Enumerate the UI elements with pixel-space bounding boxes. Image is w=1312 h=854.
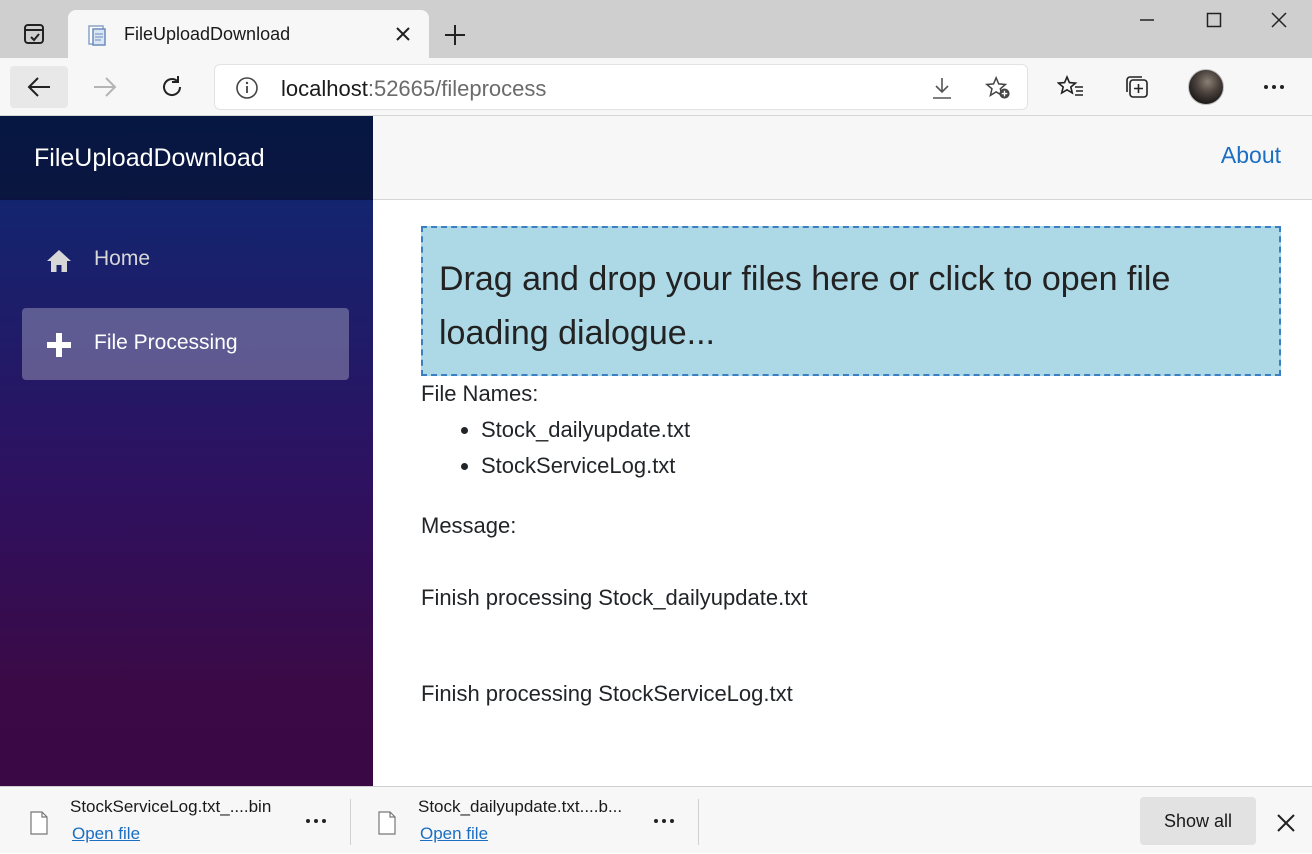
file-icon bbox=[378, 811, 396, 835]
browser-tab-bar: FileUploadDownload bbox=[0, 0, 1312, 58]
file-icon bbox=[30, 811, 48, 835]
downloads-bar: StockServiceLog.txt_....bin Open file St… bbox=[0, 786, 1312, 853]
brand-bar: FileUploadDownload bbox=[0, 116, 373, 200]
maximize-icon bbox=[1206, 12, 1222, 28]
about-link[interactable]: About bbox=[1221, 142, 1281, 169]
new-tab-button[interactable] bbox=[440, 20, 470, 50]
list-item: StockServiceLog.txt bbox=[481, 448, 690, 484]
download-filename: Stock_dailyupdate.txt....b... bbox=[418, 797, 623, 816]
url-path: :52665/fileprocess bbox=[367, 76, 547, 101]
status-message: Finish processing StockServiceLog.txt bbox=[421, 681, 793, 706]
more-horizontal-icon bbox=[654, 819, 674, 823]
show-all-button[interactable]: Show all bbox=[1140, 797, 1256, 845]
profile-avatar[interactable] bbox=[1188, 69, 1224, 105]
status-message: Finish processing Stock_dailyupdate.txt bbox=[421, 585, 808, 610]
browser-tab[interactable]: FileUploadDownload bbox=[68, 10, 429, 58]
download-item[interactable]: Stock_dailyupdate.txt....b... Open file bbox=[348, 787, 696, 854]
arrow-right-icon bbox=[94, 77, 117, 97]
sidebar: FileUploadDownload Home File Processing bbox=[0, 116, 373, 786]
refresh-button[interactable] bbox=[143, 66, 201, 108]
tab-close-button[interactable] bbox=[391, 22, 415, 46]
settings-more-button[interactable] bbox=[1245, 66, 1303, 108]
sidebar-item-home[interactable]: Home bbox=[22, 224, 349, 296]
close-icon bbox=[396, 27, 410, 41]
close-icon bbox=[1271, 12, 1287, 28]
dropzone-text: Drag and drop your files here or click t… bbox=[439, 260, 1171, 352]
sidebar-item-label: File Processing bbox=[94, 331, 238, 354]
sidebar-item-file-processing[interactable]: File Processing bbox=[22, 308, 349, 380]
more-horizontal-icon bbox=[306, 819, 326, 823]
divider bbox=[698, 799, 699, 845]
open-file-link[interactable]: Open file bbox=[420, 824, 488, 844]
page-favicon-icon bbox=[88, 25, 106, 46]
download-button[interactable] bbox=[929, 75, 955, 101]
refresh-icon bbox=[163, 76, 182, 96]
forward-button[interactable] bbox=[76, 66, 134, 108]
download-item[interactable]: StockServiceLog.txt_....bin Open file bbox=[0, 787, 348, 854]
favorites-button[interactable] bbox=[1042, 66, 1100, 108]
plus-icon bbox=[46, 332, 72, 358]
window-close-button[interactable] bbox=[1246, 0, 1312, 40]
minimize-icon bbox=[1140, 19, 1154, 21]
browser-toolbar: localhost:52665/fileprocess bbox=[0, 58, 1312, 116]
list-item: Stock_dailyupdate.txt bbox=[481, 412, 690, 448]
close-icon bbox=[1277, 814, 1295, 832]
message-label: Message: bbox=[421, 513, 517, 538]
arrow-left-icon bbox=[27, 77, 50, 97]
file-list: Stock_dailyupdate.txt StockServiceLog.tx… bbox=[481, 412, 690, 484]
collections-icon bbox=[1126, 76, 1148, 98]
tab-title: FileUploadDownload bbox=[124, 24, 291, 44]
sidebar-item-label: Home bbox=[94, 247, 151, 270]
close-downloads-button[interactable] bbox=[1270, 807, 1302, 839]
plus-icon bbox=[445, 25, 465, 45]
collections-button[interactable] bbox=[1108, 66, 1166, 108]
star-add-icon bbox=[985, 75, 1010, 99]
more-horizontal-icon bbox=[1264, 85, 1284, 89]
minimize-button[interactable] bbox=[1114, 0, 1180, 40]
download-icon bbox=[933, 78, 951, 99]
open-file-link[interactable]: Open file bbox=[72, 824, 140, 844]
address-bar[interactable]: localhost:52665/fileprocess bbox=[214, 64, 1028, 110]
tab-actions-button[interactable] bbox=[12, 12, 56, 56]
tab-actions-icon bbox=[24, 24, 44, 44]
info-icon[interactable] bbox=[235, 76, 259, 100]
download-more-button[interactable] bbox=[300, 807, 332, 835]
app-brand[interactable]: FileUploadDownload bbox=[34, 144, 265, 173]
url-host: localhost bbox=[281, 76, 368, 101]
file-dropzone[interactable]: Drag and drop your files here or click t… bbox=[421, 226, 1281, 376]
add-favorite-button[interactable] bbox=[985, 75, 1011, 101]
top-row: About bbox=[373, 116, 1312, 200]
back-button[interactable] bbox=[10, 66, 68, 108]
download-more-button[interactable] bbox=[648, 807, 680, 835]
file-names-label: File Names: bbox=[421, 381, 539, 406]
home-icon bbox=[46, 248, 72, 274]
favorites-icon bbox=[1057, 75, 1083, 96]
download-filename: StockServiceLog.txt_....bin bbox=[70, 797, 272, 816]
maximize-button[interactable] bbox=[1181, 0, 1247, 40]
url-text[interactable]: localhost:52665/fileprocess bbox=[281, 76, 546, 102]
